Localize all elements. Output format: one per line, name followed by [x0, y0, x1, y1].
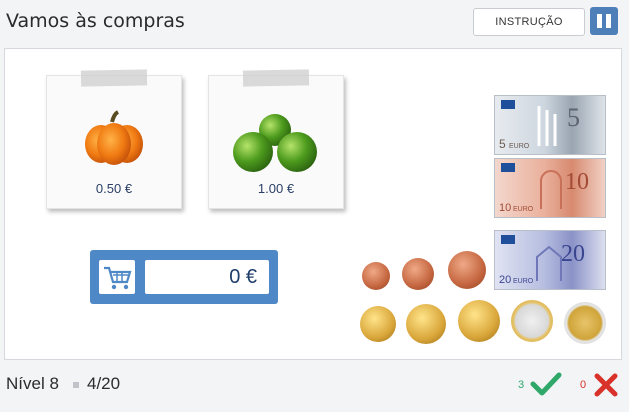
tape: [80, 69, 148, 87]
coin-1-cent[interactable]: [362, 262, 390, 290]
cart-total-value: 0 €: [145, 260, 269, 294]
separator: [73, 382, 79, 388]
correct-count: 3: [518, 379, 525, 391]
page-title: Vamos às compras: [6, 10, 185, 32]
svg-text:20: 20: [561, 241, 585, 267]
progress-label: 4/20: [87, 374, 121, 393]
coin-2-cent[interactable]: [402, 258, 434, 290]
cart-icon: [99, 260, 135, 294]
banknote-5[interactable]: 5 5 EURO: [494, 95, 606, 155]
svg-text:5: 5: [499, 137, 506, 151]
product-card-pumpkin[interactable]: 0.50 €: [46, 69, 182, 209]
cross-icon: [594, 373, 618, 397]
tape: [242, 69, 310, 87]
svg-text:10: 10: [499, 202, 511, 214]
note-value: 5: [567, 103, 580, 132]
pause-button[interactable]: [590, 7, 618, 35]
level-label: Nível 8: [6, 374, 59, 393]
instruction-button[interactable]: INSTRUÇÃO: [473, 8, 585, 36]
wrong-count: 0: [580, 379, 587, 391]
pumpkin-image: [85, 110, 143, 165]
apples-image: [233, 114, 317, 172]
coin-2-euro[interactable]: [564, 302, 606, 344]
coin-1-euro[interactable]: [511, 300, 553, 342]
game-stage: 0.50 € 1.00 € 0 € 5 5 EURO 10 10 EURO 20…: [4, 48, 622, 360]
product-card-apples[interactable]: 1.00 €: [208, 69, 344, 209]
coin-5-cent[interactable]: [448, 251, 486, 289]
checkmark-icon: [530, 372, 562, 396]
product-price: 1.00 €: [257, 181, 295, 196]
coin-50-cent[interactable]: [458, 300, 500, 342]
status-bar: Nível 8 4/20 3 0: [0, 362, 629, 412]
banknote-10[interactable]: 10 10 EURO: [494, 158, 606, 218]
svg-text:EURO: EURO: [513, 278, 534, 285]
cart-total-box[interactable]: 0 €: [90, 250, 278, 304]
banknote-20[interactable]: 20 20 EURO: [494, 230, 606, 290]
svg-text:EURO: EURO: [509, 143, 530, 150]
pause-icon: [597, 14, 602, 28]
coin-10-cent[interactable]: [360, 306, 396, 342]
product-price: 0.50 €: [95, 181, 133, 196]
svg-text:20: 20: [499, 274, 511, 286]
coin-20-cent[interactable]: [406, 304, 446, 344]
svg-text:EURO: EURO: [513, 206, 534, 213]
top-bar: Vamos às compras INSTRUÇÃO: [0, 0, 629, 44]
svg-text:10: 10: [565, 169, 589, 195]
